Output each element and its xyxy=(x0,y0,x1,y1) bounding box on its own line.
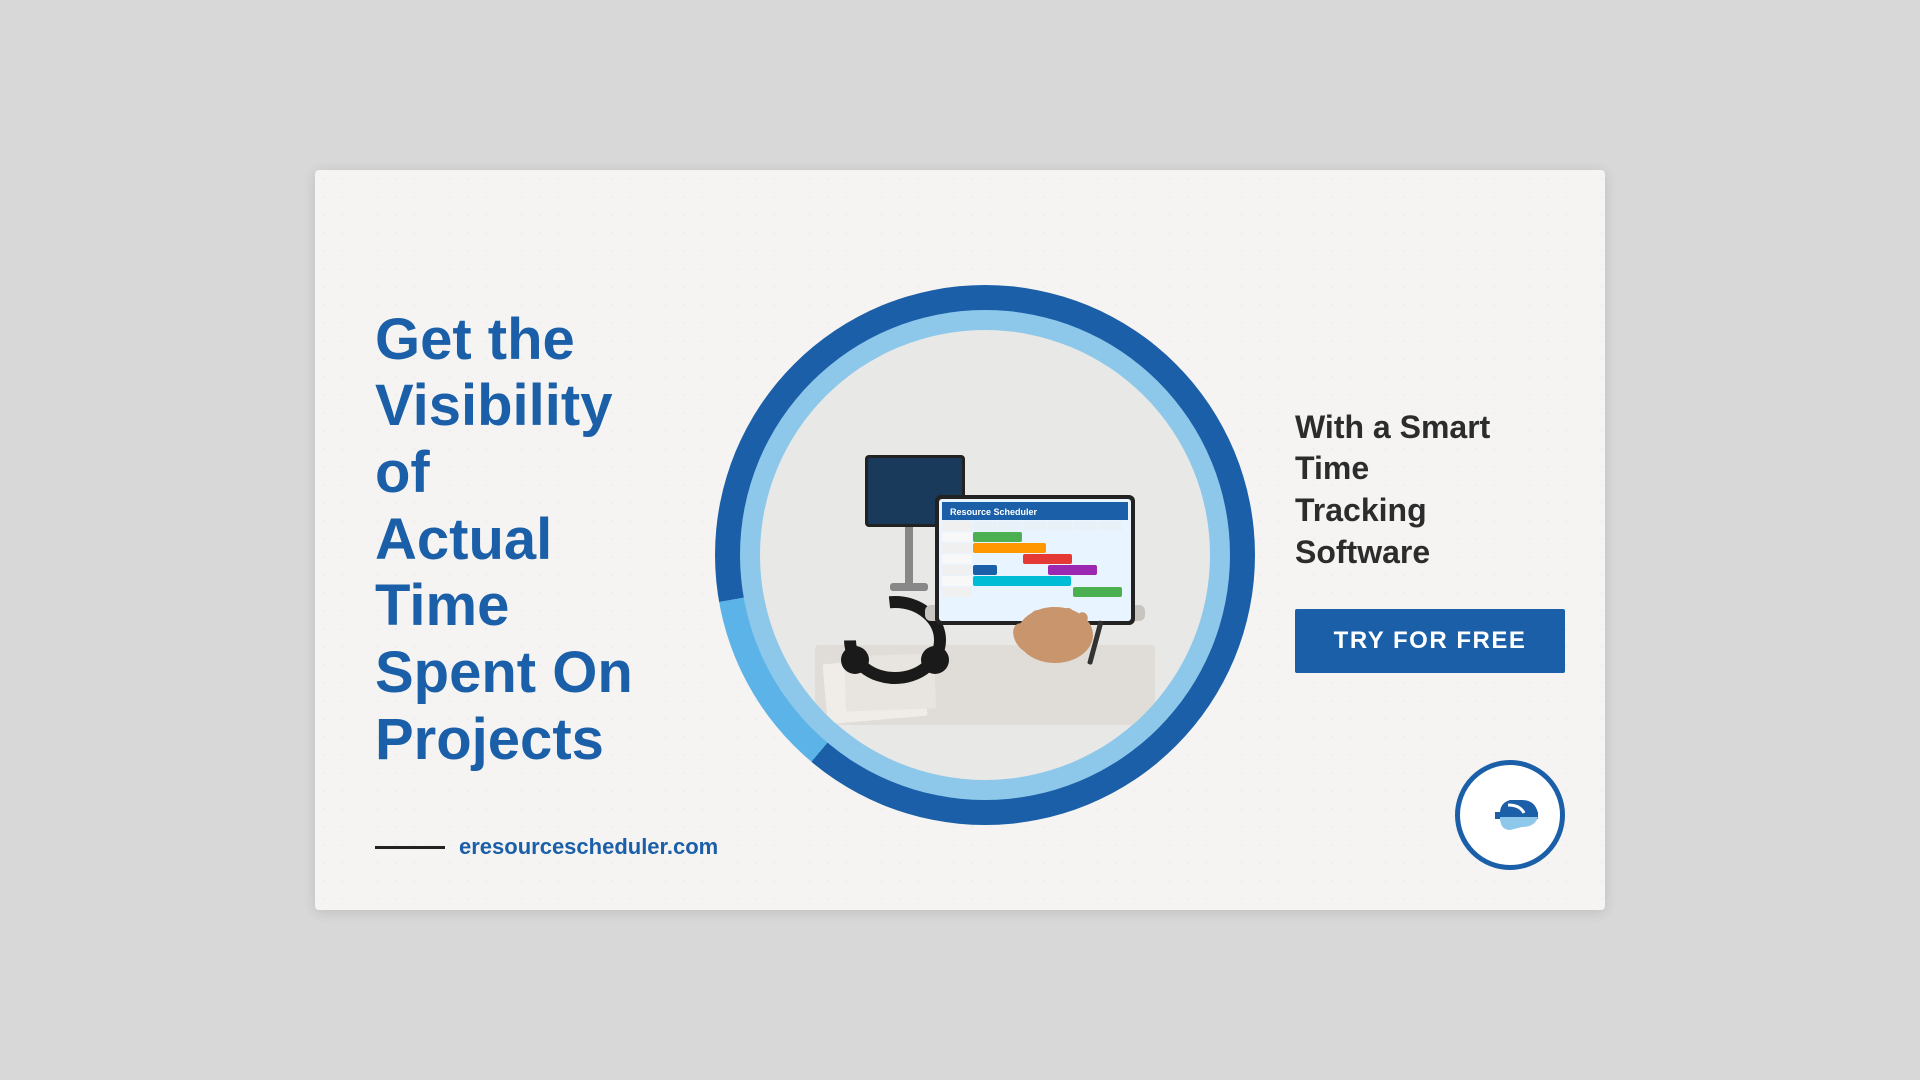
headline-line1: Get the xyxy=(375,307,575,372)
website-bar: eresourcescheduler.com xyxy=(375,834,718,860)
laptop-illustration: Resource Scheduler xyxy=(795,365,1175,745)
e-logo-icon xyxy=(1470,775,1550,855)
website-line-decoration xyxy=(375,846,445,849)
try-for-free-button[interactable]: TRY FOR FREE xyxy=(1295,609,1565,673)
center-section: Resource Scheduler xyxy=(705,255,1265,825)
tagline-line1: With a Smart Time xyxy=(1295,409,1490,487)
svg-text:Resource Scheduler: Resource Scheduler xyxy=(950,507,1038,517)
headline: Get the Visibility of Actual Time Spent … xyxy=(375,307,675,774)
tagline: With a Smart Time Tracking Software xyxy=(1295,407,1565,573)
circle-mid: Resource Scheduler xyxy=(740,310,1230,800)
right-section: With a Smart Time Tracking Software TRY … xyxy=(1265,367,1605,713)
headline-line3: Actual Time xyxy=(375,507,552,639)
headline-line4: Spent On xyxy=(375,640,633,705)
circle-outer: Resource Scheduler xyxy=(715,285,1255,825)
ad-banner: Get the Visibility of Actual Time Spent … xyxy=(315,170,1605,910)
logo-circle xyxy=(1455,760,1565,870)
left-section: Get the Visibility of Actual Time Spent … xyxy=(315,247,705,834)
headline-line2: Visibility of xyxy=(375,373,612,505)
headline-line5: Projects xyxy=(375,707,604,772)
circle-inner: Resource Scheduler xyxy=(760,330,1210,780)
tagline-line2: Tracking Software xyxy=(1295,492,1430,570)
laptop-scene: Resource Scheduler xyxy=(760,330,1210,780)
website-url: eresourcescheduler.com xyxy=(459,834,718,860)
